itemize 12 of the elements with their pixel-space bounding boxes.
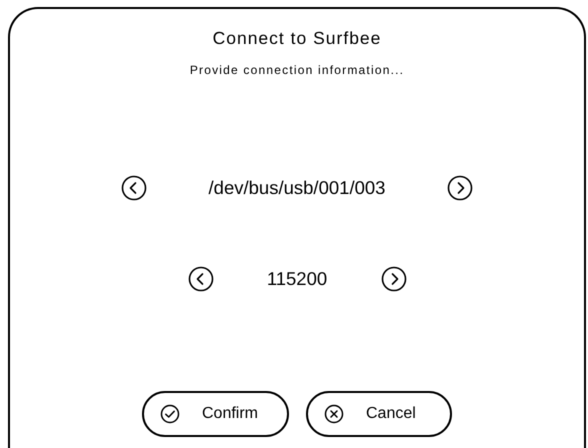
selector-value: 115200 (266, 266, 328, 291)
dialog-title: Connect to Surfbee (212, 28, 382, 49)
next-button[interactable] (446, 174, 473, 201)
cancel-button[interactable]: Cancel (306, 390, 452, 436)
close-icon (324, 404, 344, 424)
selector-value: /dev/bus/usb/001/003 (208, 176, 386, 200)
check-icon (160, 404, 180, 424)
confirm-button[interactable]: Confirm (142, 390, 289, 436)
next-button[interactable] (380, 266, 406, 292)
dialog-subtitle: Provide connection information... (190, 62, 404, 79)
previous-button[interactable] (121, 174, 147, 201)
previous-button[interactable] (188, 266, 214, 292)
